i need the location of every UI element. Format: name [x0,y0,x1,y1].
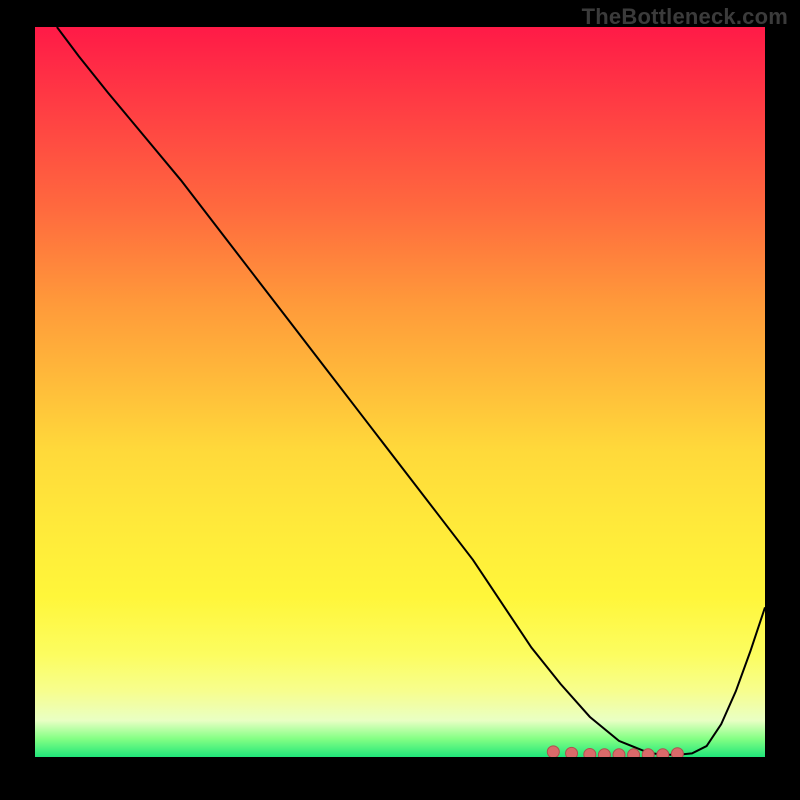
curve-marker [613,749,625,757]
bottleneck-curve [57,27,765,755]
curve-marker [628,749,640,757]
curve-marker [566,747,578,757]
curve-marker [598,749,610,757]
watermark-text: TheBottleneck.com [582,4,788,30]
curve-marker [642,749,654,757]
plot-area [35,27,765,757]
marker-group [547,746,683,757]
curve-marker [671,748,683,757]
curve-overlay [35,27,765,757]
curve-marker [657,749,669,757]
curve-marker [547,746,559,757]
chart-frame: TheBottleneck.com [0,0,800,800]
curve-marker [584,748,596,757]
